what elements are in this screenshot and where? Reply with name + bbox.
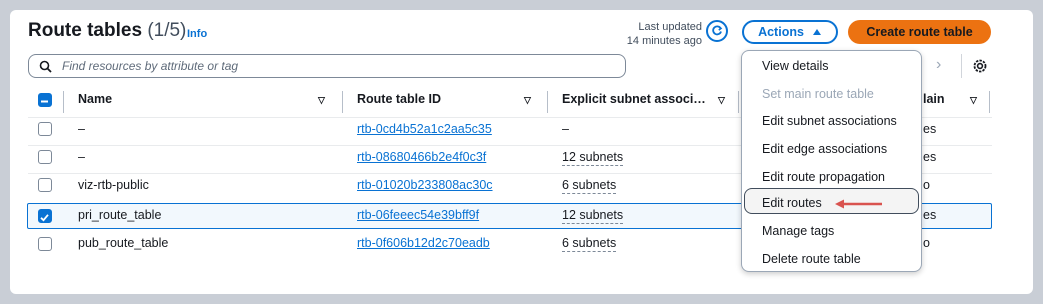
create-route-table-button[interactable]: Create route table: [848, 20, 991, 44]
menu-item-edit-edge-associations[interactable]: Edit edge associations: [762, 142, 887, 156]
column-divider: [547, 91, 548, 113]
row-checkbox-checked[interactable]: [38, 209, 52, 223]
column-divider: [63, 91, 64, 113]
settings-gear-icon[interactable]: [970, 56, 990, 76]
menu-item-delete-route-table[interactable]: Delete route table: [762, 252, 861, 266]
row-name: –: [78, 150, 85, 164]
checkmark-icon: [40, 214, 49, 222]
sort-icon[interactable]: ▽: [524, 95, 531, 115]
last-updated-value: 14 minutes ago: [626, 35, 702, 47]
actions-dropdown-menu: View details Set main route table Edit s…: [741, 50, 922, 272]
column-header-route-table-id[interactable]: Route table ID: [357, 92, 441, 112]
sort-icon[interactable]: ▽: [970, 95, 977, 115]
page-title-text: Route tables: [28, 20, 143, 41]
row-subnets[interactable]: 6 subnets: [562, 178, 617, 194]
route-table-id-link[interactable]: rtb-08680466b2e4f0c3f: [357, 150, 486, 164]
row-main-partial: es: [923, 208, 937, 222]
column-header-explicit-subnet[interactable]: Explicit subnet associ…: [562, 92, 706, 112]
row-main-partial: es: [923, 122, 937, 136]
route-table-id-link[interactable]: rtb-0f606b12d2c70eadb: [357, 236, 490, 250]
info-link[interactable]: Info: [187, 28, 207, 40]
row-name: pub_route_table: [78, 236, 169, 250]
menu-item-manage-tags[interactable]: Manage tags: [762, 224, 834, 238]
menu-item-edit-routes[interactable]: Edit routes: [762, 196, 822, 210]
indeterminate-icon: [41, 100, 48, 103]
row-subnets[interactable]: 12 subnets: [562, 150, 624, 166]
search-input[interactable]: [60, 58, 584, 74]
column-header-main-partial[interactable]: lain: [923, 92, 945, 112]
row-subnets[interactable]: 12 subnets: [562, 208, 624, 224]
row-checkbox[interactable]: [38, 237, 52, 251]
column-divider: [989, 91, 990, 113]
row-main-partial: es: [923, 150, 937, 164]
route-table-id-link[interactable]: rtb-0cd4b52a1c2aa5c35: [357, 122, 492, 136]
menu-item-view-details[interactable]: View details: [762, 59, 828, 73]
row-checkbox[interactable]: [38, 178, 52, 192]
refresh-button[interactable]: [706, 20, 728, 42]
menu-item-set-main-route-table: Set main route table: [762, 87, 874, 101]
sort-icon[interactable]: ▽: [718, 95, 725, 115]
search-field[interactable]: [28, 54, 626, 78]
row-checkbox[interactable]: [38, 150, 52, 164]
select-all-checkbox[interactable]: [38, 93, 52, 107]
column-header-name[interactable]: Name: [78, 92, 112, 112]
last-updated: Last updated 14 minutes ago: [590, 20, 702, 48]
row-name: viz-rtb-public: [78, 178, 149, 192]
toolbar-divider: [961, 54, 962, 78]
route-table-id-link[interactable]: rtb-01020b233808ac30c: [357, 178, 493, 192]
caret-up-icon: [812, 29, 821, 35]
row-subnets[interactable]: 6 subnets: [562, 236, 617, 252]
menu-item-edit-subnet-associations[interactable]: Edit subnet associations: [762, 114, 897, 128]
page-title: Route tables (1/5): [28, 20, 186, 42]
column-divider: [342, 91, 343, 113]
annotation-arrow-icon: [835, 199, 882, 209]
row-name: –: [78, 122, 85, 136]
column-divider: [738, 91, 739, 113]
actions-label: Actions: [758, 25, 804, 39]
row-subnets: –: [562, 122, 569, 136]
row-main-partial: o: [923, 178, 930, 192]
row-checkbox[interactable]: [38, 122, 52, 136]
search-icon: [39, 60, 52, 73]
menu-item-edit-route-propagation[interactable]: Edit route propagation: [762, 170, 885, 184]
refresh-icon: [712, 25, 723, 36]
route-table-id-link[interactable]: rtb-06feeec54e39bff9f: [357, 208, 479, 222]
row-main-partial: o: [923, 236, 930, 250]
row-name: pri_route_table: [78, 208, 162, 222]
actions-button[interactable]: Actions: [742, 20, 838, 44]
next-page-icon[interactable]: ›: [936, 56, 941, 74]
sort-icon[interactable]: ▽: [318, 95, 325, 115]
last-updated-label: Last updated: [638, 21, 702, 33]
selection-count: (1/5): [147, 20, 187, 41]
